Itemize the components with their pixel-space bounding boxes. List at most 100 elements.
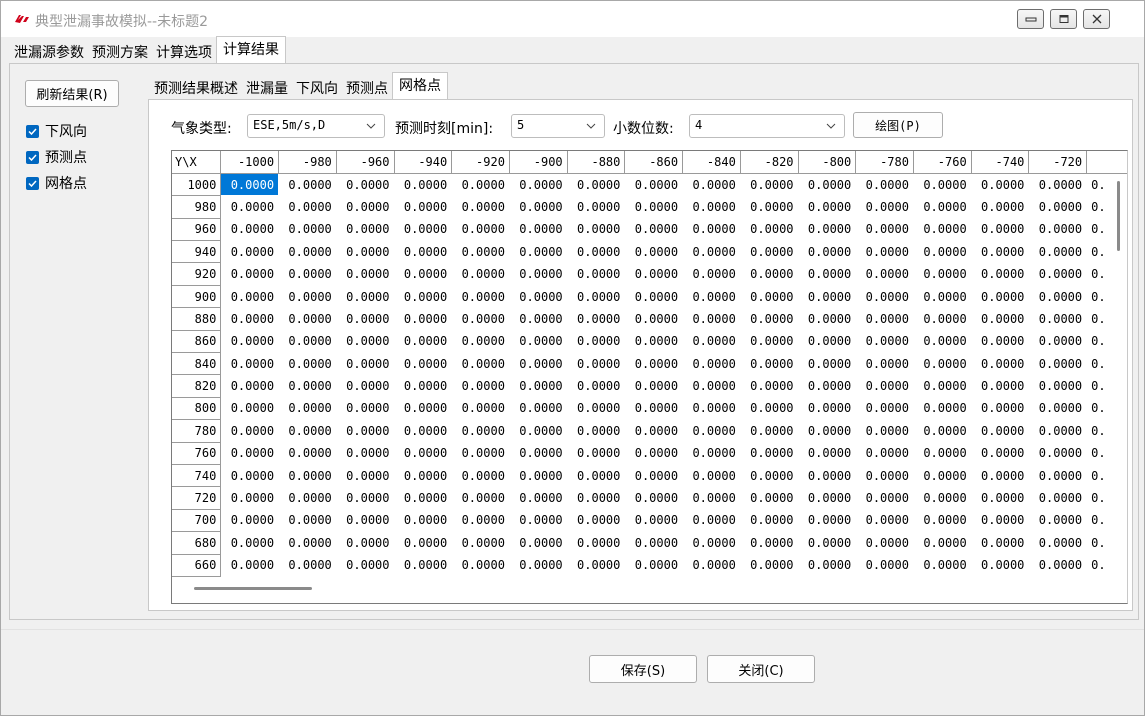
grid-cell[interactable]: 0.0000 <box>451 352 510 376</box>
grid-cell[interactable]: 0.0000 <box>682 442 741 465</box>
grid-row-header[interactable]: 940 <box>172 240 222 264</box>
grid-cell[interactable]: 0.0000 <box>394 531 453 555</box>
grid-cell[interactable]: 0.0000 <box>624 509 684 533</box>
grid-cell[interactable]: 0.0000 <box>567 397 626 421</box>
grid-cell[interactable]: 0.0000 <box>855 419 914 443</box>
grid-cell[interactable]: 0.0000 <box>336 285 395 309</box>
grid-cell[interactable]: 0.0000 <box>278 218 337 242</box>
grid-cell[interactable]: 0.0000 <box>451 240 510 264</box>
grid-cell[interactable]: 0.0000 <box>971 330 1030 354</box>
grid-cell[interactable]: 0.0000 <box>567 195 626 219</box>
grid-cell[interactable]: 0.0000 <box>855 486 914 510</box>
grid-cell[interactable]: 0.0000 <box>624 285 684 309</box>
grid-cell[interactable]: 0.0000 <box>220 554 280 577</box>
grid-cell[interactable]: 0.0000 <box>798 531 857 555</box>
grid-cell[interactable]: 0.0000 <box>624 173 684 197</box>
tab-prediction-plan[interactable]: 预测方案 <box>88 38 152 63</box>
weather-type-select[interactable]: ESE,5m/s,D <box>247 114 385 138</box>
grid-cell[interactable]: 0.0000 <box>278 397 337 421</box>
grid-column-header[interactable]: -980 <box>278 151 337 174</box>
grid-cell[interactable]: 0.0000 <box>1028 262 1088 286</box>
grid-cell[interactable]: 0.0000 <box>509 374 568 398</box>
grid-cell[interactable]: 0.0000 <box>740 218 799 242</box>
save-button[interactable]: 保存(S) <box>589 655 697 683</box>
grid-cell[interactable]: 0.0000 <box>855 509 914 533</box>
grid-cell[interactable]: 0.0000 <box>509 442 568 465</box>
grid-cell[interactable]: 0.0000 <box>798 218 857 242</box>
grid-cell[interactable]: 0.0000 <box>336 240 395 264</box>
grid-cell[interactable]: 0.0000 <box>682 307 741 331</box>
grid-cell[interactable]: 0.0000 <box>624 330 684 354</box>
grid-cell[interactable]: 0.0000 <box>682 509 741 533</box>
grid-row-header[interactable]: 720 <box>172 486 222 510</box>
subtab-leak-amount[interactable]: 泄漏量 <box>242 74 292 100</box>
grid-cell[interactable]: 0.0000 <box>509 531 568 555</box>
grid-cell[interactable]: 0.0000 <box>451 486 510 510</box>
grid-cell-partial[interactable]: 0. <box>1086 218 1127 242</box>
grid-cell-partial[interactable]: 0. <box>1086 397 1127 421</box>
grid-cell[interactable]: 0.0000 <box>1028 240 1088 264</box>
grid-cell[interactable]: 0.0000 <box>220 262 280 286</box>
grid-cell[interactable]: 0.0000 <box>278 419 337 443</box>
grid-row-header[interactable]: 840 <box>172 352 222 376</box>
grid-cell[interactable]: 0.0000 <box>336 531 395 555</box>
grid-cell[interactable]: 0.0000 <box>971 173 1030 197</box>
grid-cell[interactable]: 0.0000 <box>682 374 741 398</box>
maximize-button[interactable] <box>1050 9 1077 29</box>
grid-cell[interactable]: 0.0000 <box>855 330 914 354</box>
grid-cell[interactable]: 0.0000 <box>509 262 568 286</box>
grid-cell[interactable]: 0.0000 <box>451 397 510 421</box>
grid-cell[interactable]: 0.0000 <box>567 509 626 533</box>
grid-cell[interactable]: 0.0000 <box>509 218 568 242</box>
refresh-button[interactable]: 刷新结果(R) <box>25 80 119 107</box>
grid-cell[interactable]: 0.0000 <box>971 374 1030 398</box>
grid-cell[interactable]: 0.0000 <box>567 307 626 331</box>
grid-column-header[interactable]: -860 <box>624 151 684 174</box>
grid-cell[interactable]: 0.0000 <box>451 464 510 488</box>
grid-cell[interactable]: 0.0000 <box>798 419 857 443</box>
grid-cell[interactable]: 0.0000 <box>798 509 857 533</box>
grid-cell[interactable]: 0.0000 <box>567 442 626 465</box>
grid-cell[interactable]: 0.0000 <box>682 262 741 286</box>
grid-cell[interactable]: 0.0000 <box>855 352 914 376</box>
grid-cell[interactable]: 0.0000 <box>394 173 453 197</box>
grid-row-header[interactable]: 700 <box>172 509 222 533</box>
grid-cell[interactable]: 0.0000 <box>336 307 395 331</box>
grid-cell[interactable]: 0.0000 <box>567 419 626 443</box>
grid-cell[interactable]: 0.0000 <box>740 330 799 354</box>
grid-cell[interactable]: 0.0000 <box>451 554 510 577</box>
grid-cell[interactable]: 0.0000 <box>971 554 1030 577</box>
grid-cell[interactable]: 0.0000 <box>913 531 972 555</box>
grid-cell[interactable]: 0.0000 <box>278 554 337 577</box>
grid-cell-partial[interactable]: 0. <box>1086 262 1127 286</box>
grid-cell[interactable]: 0.0000 <box>509 240 568 264</box>
checkbox-grid-point[interactable]: 网格点 <box>26 173 87 193</box>
grid-column-header[interactable]: -880 <box>567 151 626 174</box>
grid-cell[interactable]: 0.0000 <box>913 307 972 331</box>
grid-cell[interactable]: 0.0000 <box>798 262 857 286</box>
grid-cell-partial[interactable]: 0. <box>1086 554 1127 577</box>
grid-cell[interactable]: 0.0000 <box>451 307 510 331</box>
grid-cell[interactable]: 0.0000 <box>971 240 1030 264</box>
grid-cell[interactable]: 0.0000 <box>509 419 568 443</box>
grid-cell-partial[interactable]: 0. <box>1086 486 1127 510</box>
grid-cell[interactable]: 0.0000 <box>1028 554 1088 577</box>
grid-cell[interactable]: 0.0000 <box>1028 531 1088 555</box>
grid-cell-partial[interactable]: 0. <box>1086 307 1127 331</box>
grid-cell[interactable]: 0.0000 <box>567 554 626 577</box>
grid-cell[interactable]: 0.0000 <box>798 374 857 398</box>
grid-cell[interactable]: 0.0000 <box>278 173 337 197</box>
grid-cell[interactable]: 0.0000 <box>1028 397 1088 421</box>
grid-cell[interactable]: 0.0000 <box>740 509 799 533</box>
grid-cell[interactable]: 0.0000 <box>1028 464 1088 488</box>
grid-cell[interactable]: 0.0000 <box>740 442 799 465</box>
grid-cell[interactable]: 0.0000 <box>394 240 453 264</box>
grid-cell[interactable]: 0.0000 <box>220 285 280 309</box>
grid-cell[interactable]: 0.0000 <box>682 486 741 510</box>
grid-column-header[interactable]: -800 <box>798 151 857 174</box>
grid-cell[interactable]: 0.0000 <box>220 218 280 242</box>
grid-cell[interactable]: 0.0000 <box>509 554 568 577</box>
grid-cell[interactable]: 0.0000 <box>913 218 972 242</box>
grid-cell[interactable]: 0.0000 <box>394 262 453 286</box>
grid-cell[interactable]: 0.0000 <box>682 554 741 577</box>
